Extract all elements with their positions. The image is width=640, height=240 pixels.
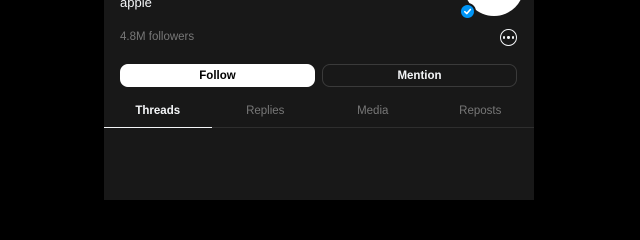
more-options-icon[interactable] (500, 29, 517, 46)
profile-panel: apple 4.8M followers Follow Mention Thre… (104, 0, 534, 200)
tab-replies[interactable]: Replies (212, 100, 320, 127)
follow-button[interactable]: Follow (120, 64, 315, 87)
followers-count[interactable]: 4.8M followers (120, 31, 194, 43)
profile-tabs: Threads Replies Media Reposts (104, 100, 534, 128)
apple-logo-icon (482, 0, 508, 2)
verified-badge-icon (459, 3, 476, 20)
profile-username: apple (120, 0, 152, 10)
tab-reposts[interactable]: Reposts (427, 100, 535, 127)
tab-threads[interactable]: Threads (104, 100, 212, 128)
mention-button[interactable]: Mention (322, 64, 517, 87)
tab-media[interactable]: Media (319, 100, 427, 127)
